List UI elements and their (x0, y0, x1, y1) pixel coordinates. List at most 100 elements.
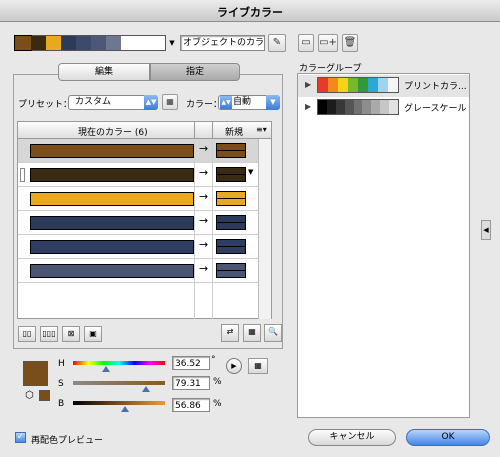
group-swatch (389, 100, 399, 114)
table-scrollbar[interactable] (258, 139, 271, 319)
color-group-name: グレースケール (404, 104, 467, 114)
current-color-bar[interactable] (30, 168, 194, 182)
slider-menu-icon[interactable]: ▶ (226, 358, 242, 374)
color-mode-icon[interactable]: ▦ (248, 358, 268, 374)
randomize-order-icon[interactable]: ⇄ (221, 324, 239, 342)
color-group-swatches[interactable] (317, 77, 399, 93)
table-menu-icon[interactable]: ≡▾ (256, 125, 267, 134)
arrow-icon[interactable]: → (199, 190, 208, 203)
separate-colors-icon[interactable]: ▯▯▯ (40, 326, 58, 342)
expand-triangle-icon[interactable]: ▶ (305, 102, 311, 111)
row-dropdown-icon[interactable]: ▼ (248, 168, 253, 176)
tab-edit[interactable]: 編集 (58, 63, 150, 81)
ok-button[interactable]: OK (406, 429, 490, 446)
title-bar: ライブカラー (0, 0, 500, 22)
arrow-icon[interactable]: → (199, 238, 208, 251)
preset-options-icon[interactable]: ▦ (162, 94, 178, 110)
eyedropper-icon[interactable]: ✎ (268, 34, 286, 52)
brightness-slider-thumb[interactable] (121, 406, 130, 412)
harmony-dropdown-icon[interactable]: ▼ (168, 35, 176, 51)
group-swatch (318, 100, 327, 114)
swatch-divider (217, 270, 245, 271)
group-swatch (344, 100, 354, 114)
color-group-swatches[interactable] (317, 99, 399, 115)
arrow-icon[interactable]: → (199, 262, 208, 275)
table-row[interactable]: → (18, 139, 258, 163)
new-color-swatch[interactable] (216, 167, 246, 182)
new-color-swatch[interactable] (216, 143, 246, 158)
harmony-swatch[interactable] (46, 36, 61, 50)
s-label: S (58, 379, 64, 389)
table-row[interactable]: → (18, 235, 258, 259)
table-row[interactable]: → ▼ (18, 163, 258, 187)
arrow-icon[interactable]: → (199, 142, 208, 155)
harmony-swatch[interactable] (31, 36, 46, 50)
group-swatch (335, 100, 345, 114)
new-colors-header[interactable]: 新規 (225, 125, 243, 138)
color-group-row[interactable]: ▶ プリントカラ... (298, 75, 469, 97)
hue-slider-track[interactable] (73, 361, 165, 365)
harmony-swatch[interactable] (14, 35, 32, 51)
current-color-bar[interactable] (30, 192, 194, 206)
tab-assign[interactable]: 指定 (150, 63, 240, 81)
active-color-swatch[interactable] (23, 361, 48, 386)
hue-input[interactable]: 36.52 (172, 356, 210, 370)
save-group-icon[interactable]: ▭ (298, 34, 314, 52)
new-color-swatch[interactable] (216, 215, 246, 230)
colors-count-select[interactable]: ▲▼ 自動 ▼ (218, 95, 280, 110)
randomize-saturation-icon[interactable]: ▦ (243, 324, 261, 342)
brightness-slider-track[interactable] (73, 401, 165, 405)
harmony-colors-strip[interactable] (14, 35, 166, 51)
current-color-bar[interactable] (30, 264, 194, 278)
group-swatch (362, 100, 372, 114)
cube-icon[interactable]: ⬡ (25, 390, 34, 401)
saturation-input[interactable]: 79.31 (172, 376, 210, 390)
new-row-icon[interactable]: ▣ (84, 326, 102, 342)
current-color-bar[interactable] (30, 216, 194, 230)
exclude-colors-icon[interactable]: ⊠ (62, 326, 80, 342)
table-row[interactable]: → (18, 211, 258, 235)
harmony-swatch[interactable] (106, 36, 121, 50)
fill-swatch-icon[interactable] (39, 390, 50, 401)
row-handle-icon[interactable] (20, 168, 25, 182)
brightness-unit: % (213, 399, 222, 409)
table-row[interactable]: → (18, 259, 258, 283)
group-swatch (368, 78, 378, 92)
new-color-swatch[interactable] (216, 239, 246, 254)
saturation-unit: % (213, 377, 222, 387)
colors-count-value: 自動 (233, 97, 252, 107)
current-color-bar[interactable] (30, 144, 194, 158)
color-group-row[interactable]: ▶ グレースケール (298, 97, 469, 119)
collapse-panel-icon[interactable]: ◀ (481, 220, 491, 240)
cancel-button[interactable]: キャンセル (308, 429, 396, 446)
merge-colors-icon[interactable]: ▯▯ (18, 326, 36, 342)
column-divider (194, 139, 195, 319)
stepper-icon[interactable]: ▲▼ (220, 96, 232, 109)
saturation-slider-track[interactable] (73, 381, 165, 385)
recolor-preview-checkbox[interactable]: ✓ (15, 432, 26, 443)
harmony-swatch[interactable] (61, 36, 76, 50)
table-row[interactable]: → (18, 187, 258, 211)
group-swatch (328, 78, 338, 92)
saturation-slider-thumb[interactable] (141, 386, 150, 392)
harmony-swatch[interactable] (76, 36, 91, 50)
arrow-icon[interactable]: → (199, 214, 208, 227)
object-colors-field[interactable]: オブジェクトのカラー (180, 35, 265, 51)
new-color-swatch[interactable] (216, 263, 246, 278)
brightness-input[interactable]: 56.86 (172, 398, 210, 412)
delete-group-icon[interactable]: 🗑 (342, 34, 358, 52)
current-colors-header[interactable]: 現在のカラー (6) (78, 125, 148, 138)
find-color-icon[interactable]: 🔍 (264, 324, 282, 342)
current-color-bar[interactable] (30, 240, 194, 254)
colors-label: カラー： (186, 100, 223, 110)
hue-slider-thumb[interactable] (102, 366, 111, 372)
b-label: B (58, 399, 65, 409)
preset-label: プリセット： (18, 100, 73, 110)
new-color-swatch[interactable] (216, 191, 246, 206)
group-swatch (338, 78, 348, 92)
new-group-icon[interactable]: ▭+ (318, 34, 338, 52)
expand-triangle-icon[interactable]: ▶ (305, 80, 311, 89)
harmony-swatch[interactable] (91, 36, 106, 50)
arrow-icon[interactable]: → (199, 166, 208, 179)
preset-select[interactable]: カスタム ▲▼ (68, 95, 158, 110)
